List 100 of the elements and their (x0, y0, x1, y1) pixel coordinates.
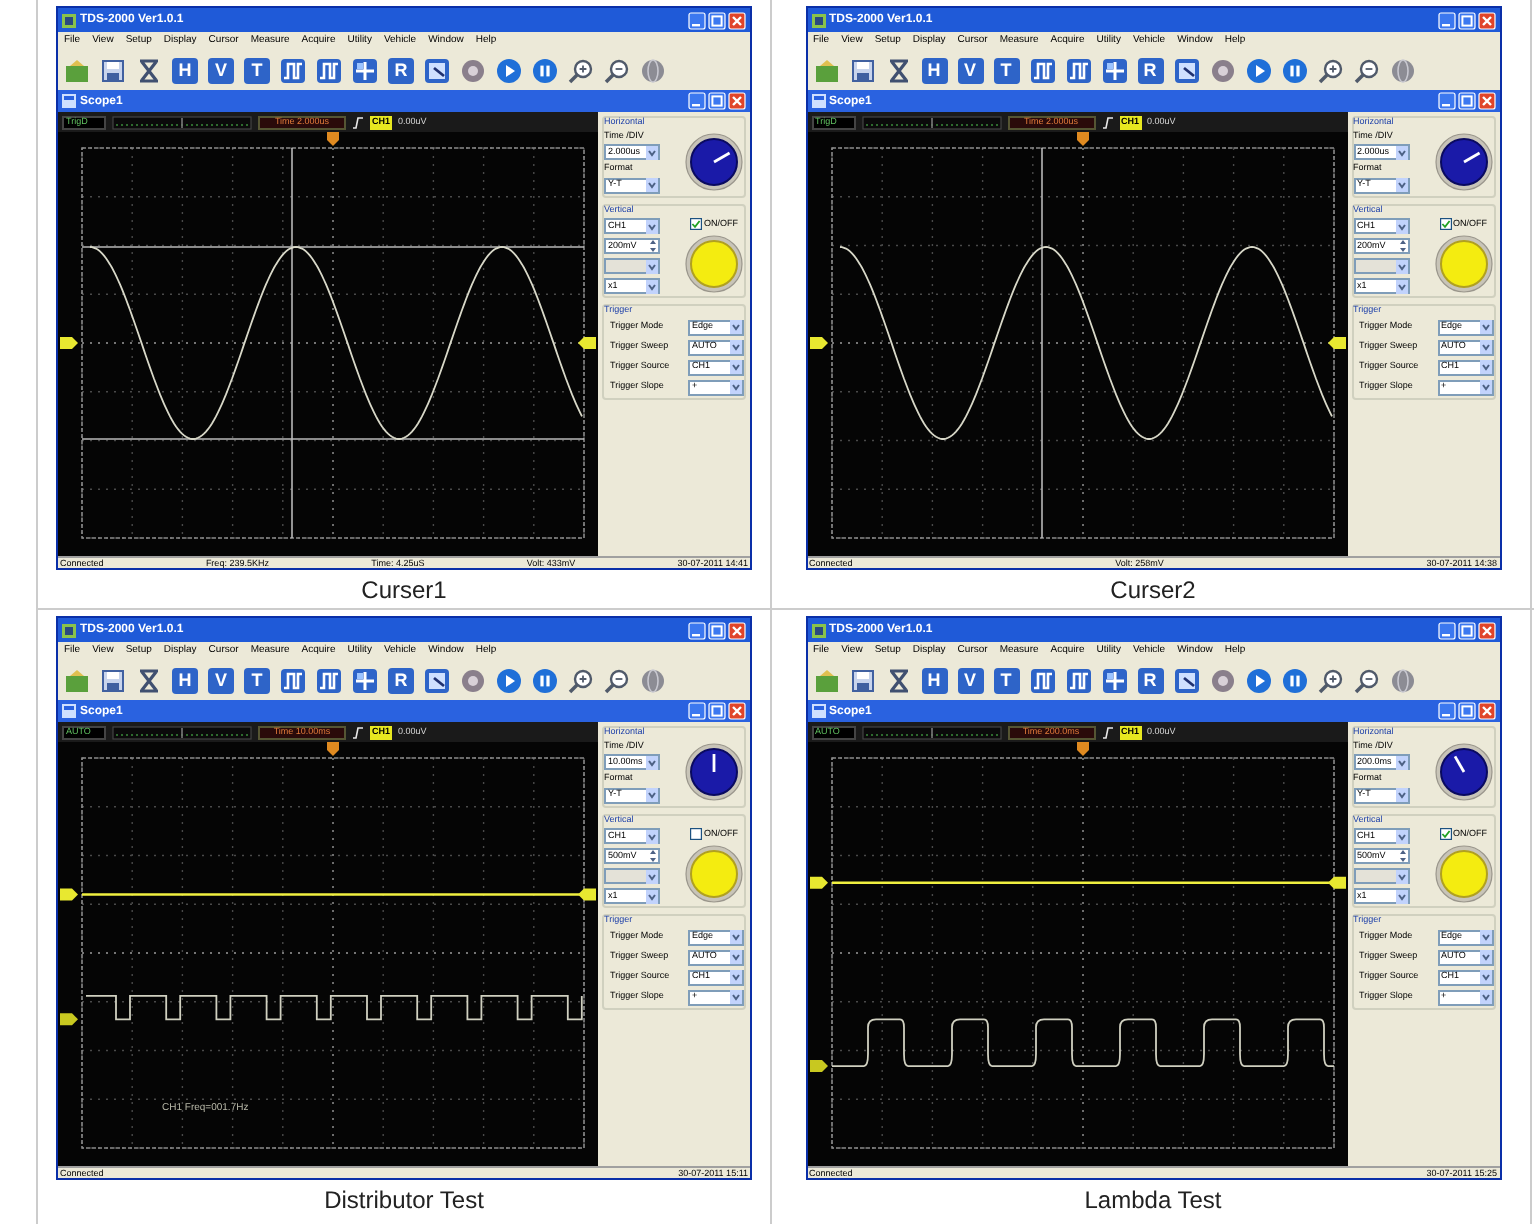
globe-icon[interactable] (640, 57, 666, 83)
minimize-icon[interactable] (688, 92, 706, 110)
pause-icon[interactable] (532, 57, 558, 83)
minimize-icon[interactable] (1437, 92, 1455, 110)
dropdown-arrow-icon[interactable] (730, 340, 742, 354)
zoom-in-icon[interactable] (568, 57, 594, 83)
dropdown-arrow-icon[interactable] (1395, 279, 1407, 293)
minimize-icon[interactable] (688, 11, 706, 29)
toolbar-button[interactable]: V (208, 57, 234, 83)
toolbar-button[interactable]: R (388, 667, 414, 693)
rising-edge-icon[interactable] (1101, 725, 1113, 739)
close-icon[interactable] (1477, 702, 1495, 720)
globe-icon[interactable] (1389, 667, 1415, 693)
rotary-knob[interactable] (684, 132, 744, 192)
rising-edge-icon[interactable] (1101, 115, 1113, 129)
dropdown-arrow-icon[interactable] (1479, 320, 1491, 334)
pulse-icon[interactable] (316, 667, 342, 693)
document-icon[interactable] (62, 94, 76, 108)
play-icon[interactable] (1245, 667, 1271, 693)
document-icon[interactable] (62, 704, 76, 718)
dropdown-arrow-icon[interactable] (1479, 380, 1491, 394)
dropdown-arrow-icon[interactable] (730, 930, 742, 944)
close-icon[interactable] (728, 92, 746, 110)
play-icon[interactable] (1245, 57, 1271, 83)
checkbox-square[interactable] (1439, 218, 1451, 230)
zoom-in-icon[interactable] (1317, 667, 1343, 693)
hourglass-icon[interactable] (885, 667, 911, 693)
maximize-icon[interactable] (708, 702, 726, 720)
close-icon[interactable] (728, 11, 746, 29)
globe-icon[interactable] (1389, 57, 1415, 83)
dropdown-arrow-icon[interactable] (730, 360, 742, 374)
rotary-knob[interactable] (684, 742, 744, 802)
dropdown-arrow-icon[interactable] (646, 219, 658, 233)
dropdown-arrow-icon[interactable] (646, 889, 658, 903)
document-icon[interactable] (811, 704, 825, 718)
maximize-icon[interactable] (708, 92, 726, 110)
window-icon[interactable] (424, 57, 450, 83)
pulse-icon[interactable] (280, 667, 306, 693)
window-icon[interactable] (1173, 667, 1199, 693)
close-icon[interactable] (1477, 621, 1495, 639)
channel-marker[interactable] (809, 876, 827, 889)
minimize-icon[interactable] (1437, 621, 1455, 639)
play-icon[interactable] (496, 667, 522, 693)
globe-icon[interactable] (640, 667, 666, 693)
dropdown-arrow-icon[interactable] (1479, 360, 1491, 374)
dropdown-arrow-icon[interactable] (1395, 829, 1407, 843)
toolbar-button[interactable]: H (172, 57, 198, 83)
maximize-icon[interactable] (708, 11, 726, 29)
zoom-out-icon[interactable] (604, 667, 630, 693)
toolbar-button[interactable]: V (208, 667, 234, 693)
spinner-arrows-icon[interactable] (648, 848, 658, 864)
toolbar-button[interactable]: R (1137, 667, 1163, 693)
dropdown-arrow-icon[interactable] (730, 320, 742, 334)
trigger-position-marker[interactable] (327, 742, 339, 756)
pulse-icon[interactable] (1065, 667, 1091, 693)
app-icon[interactable] (813, 57, 839, 83)
minimize-icon[interactable] (688, 702, 706, 720)
rising-edge-icon[interactable] (352, 115, 364, 129)
zoom-out-icon[interactable] (1353, 57, 1379, 83)
trigger-position-marker[interactable] (1076, 742, 1088, 756)
dropdown-arrow-icon[interactable] (646, 279, 658, 293)
channel-marker[interactable] (60, 888, 78, 901)
app-icon[interactable] (64, 667, 90, 693)
grid-icon[interactable] (1101, 667, 1127, 693)
dropdown-arrow-icon[interactable] (1479, 990, 1491, 1004)
close-icon[interactable] (1477, 11, 1495, 29)
dropdown-arrow-icon[interactable] (730, 380, 742, 394)
app-icon[interactable] (811, 623, 825, 637)
zoom-in-icon[interactable] (1317, 57, 1343, 83)
rising-edge-icon[interactable] (352, 725, 364, 739)
pulse-icon[interactable] (1029, 57, 1055, 83)
dropdown-arrow-icon[interactable] (730, 950, 742, 964)
trigger-level-marker[interactable] (578, 888, 596, 901)
dropdown-arrow-icon[interactable] (646, 145, 658, 159)
toolbar-button[interactable]: H (172, 667, 198, 693)
channel-marker[interactable] (60, 337, 78, 349)
pause-icon[interactable] (1281, 57, 1307, 83)
app-icon[interactable] (64, 57, 90, 83)
dropdown-arrow-icon[interactable] (646, 829, 658, 843)
channel-marker[interactable] (60, 1013, 78, 1026)
minimize-icon[interactable] (1437, 11, 1455, 29)
dropdown-arrow-icon[interactable] (1395, 178, 1407, 192)
pulse-icon[interactable] (280, 57, 306, 83)
window-icon[interactable] (1173, 57, 1199, 83)
grid-icon[interactable] (352, 667, 378, 693)
channel-marker[interactable] (809, 1060, 827, 1073)
dropdown-arrow-icon[interactable] (646, 178, 658, 192)
maximize-icon[interactable] (708, 621, 726, 639)
toolbar-button[interactable]: T (993, 57, 1019, 83)
dropdown-arrow-icon[interactable] (1479, 970, 1491, 984)
dropdown-arrow-icon[interactable] (1395, 889, 1407, 903)
checkbox-square[interactable] (690, 218, 702, 230)
maximize-icon[interactable] (1457, 702, 1475, 720)
document-icon[interactable] (811, 94, 825, 108)
trigger-position-marker[interactable] (327, 132, 339, 146)
toolbar-button[interactable]: R (388, 57, 414, 83)
dropdown-arrow-icon[interactable] (1395, 219, 1407, 233)
grid-icon[interactable] (1101, 57, 1127, 83)
dropdown-arrow-icon[interactable] (1395, 755, 1407, 769)
app-icon[interactable] (62, 13, 76, 27)
